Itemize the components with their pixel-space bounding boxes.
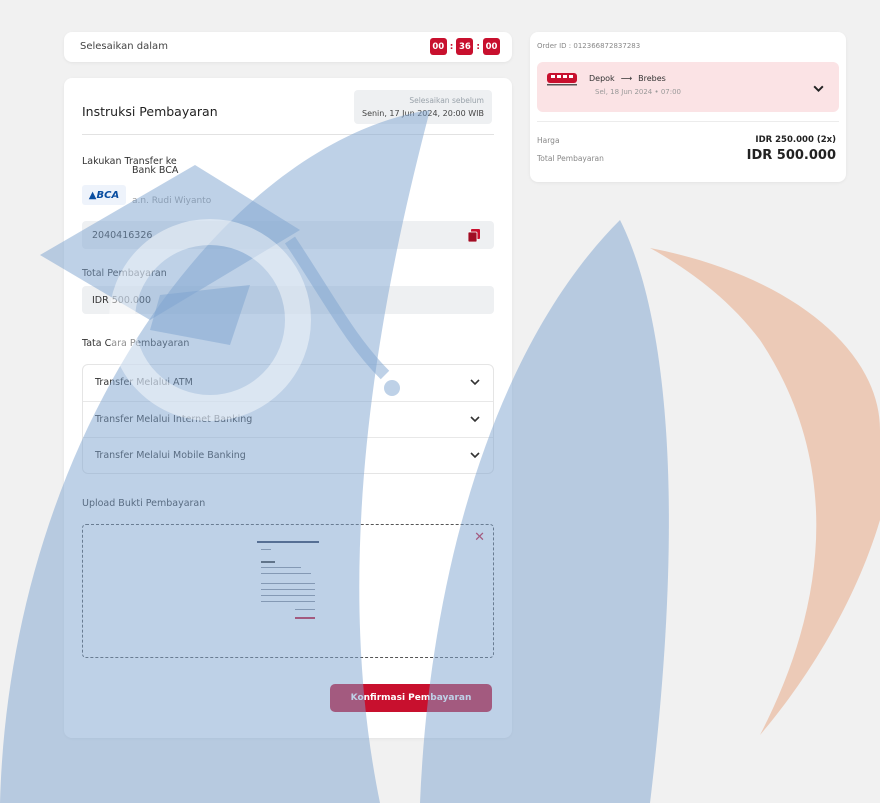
price-value: IDR 250.000 (2x) bbox=[755, 135, 836, 145]
countdown-label: Selesaikan dalam bbox=[80, 41, 168, 52]
timer-minutes: 36 bbox=[456, 38, 474, 55]
accordion-label: Transfer Melalui Internet Banking bbox=[95, 414, 253, 425]
account-number: 2040416326 bbox=[92, 230, 153, 241]
order-total-value: IDR 500.000 bbox=[746, 148, 836, 163]
order-total-label: Total Pembayaran bbox=[537, 154, 604, 163]
price-label: Harga bbox=[537, 136, 560, 145]
divider bbox=[537, 121, 839, 122]
payment-instructions-card: Instruksi Pembayaran Selesaikan sebelum … bbox=[64, 78, 512, 738]
accordion-label: Transfer Melalui Mobile Banking bbox=[95, 450, 246, 461]
chevron-down-icon bbox=[470, 416, 480, 423]
countdown-bar: Selesaikan dalam 00 : 36 : 00 bbox=[64, 32, 512, 62]
account-number-field: 2040416326 bbox=[82, 221, 494, 249]
timer-hours: 00 bbox=[429, 38, 447, 55]
accordion-label: Transfer Melalui ATM bbox=[95, 377, 193, 388]
accordion-item-atm[interactable]: Transfer Melalui ATM bbox=[83, 365, 493, 401]
divider bbox=[82, 134, 494, 135]
deadline-value: Senin, 17 Jun 2024, 20:00 WIB bbox=[361, 109, 484, 118]
receipt-thumbnail bbox=[255, 539, 321, 623]
trip-date: Sel, 18 Jun 2024 • 07:00 bbox=[595, 88, 682, 96]
upload-label: Upload Bukti Pembayaran bbox=[82, 498, 206, 509]
chevron-down-icon[interactable] bbox=[812, 82, 825, 95]
upload-dropzone[interactable]: ✕ bbox=[82, 524, 494, 658]
countdown-timer: 00 : 36 : 00 bbox=[429, 38, 500, 55]
trip-panel[interactable]: Depok ⟶ Brebes Sel, 18 Jun 2024 • 07:00 bbox=[537, 62, 839, 112]
origin-station: Depok bbox=[589, 74, 615, 83]
trip-route: Depok ⟶ Brebes bbox=[589, 74, 666, 83]
deadline-label: Selesaikan sebelum bbox=[409, 96, 484, 105]
accordion-item-internet-banking[interactable]: Transfer Melalui Internet Banking bbox=[83, 401, 493, 438]
chevron-down-icon bbox=[470, 452, 480, 459]
destination-station: Brebes bbox=[638, 74, 666, 83]
order-summary-card: Order ID : 012366872837283 Depok ⟶ Brebe… bbox=[530, 32, 846, 182]
total-label: Total Pembayaran bbox=[82, 268, 167, 279]
total-field: IDR 500.000 bbox=[82, 286, 494, 314]
page-title: Instruksi Pembayaran bbox=[82, 104, 218, 119]
timer-seconds: 00 bbox=[483, 38, 500, 55]
remove-file-icon[interactable]: ✕ bbox=[474, 530, 485, 545]
deadline-box: Selesaikan sebelum Senin, 17 Jun 2024, 2… bbox=[354, 90, 492, 124]
account-owner: a.n. Rudi Wiyanto bbox=[132, 196, 212, 206]
arrow-right-icon: ⟶ bbox=[620, 74, 633, 83]
copy-icon[interactable] bbox=[468, 229, 480, 242]
chevron-down-icon bbox=[470, 379, 480, 386]
train-icon bbox=[547, 73, 577, 86]
bank-logo-text: BCA bbox=[96, 189, 120, 201]
bank-name: Bank BCA bbox=[132, 165, 179, 176]
payment-methods-accordion: Transfer Melalui ATM Transfer Melalui In… bbox=[82, 364, 494, 474]
accordion-item-mobile-banking[interactable]: Transfer Melalui Mobile Banking bbox=[83, 437, 493, 474]
order-id: Order ID : 012366872837283 bbox=[537, 42, 641, 50]
bca-logo-icon: ▲ BCA bbox=[82, 185, 126, 205]
confirm-payment-button[interactable]: Konfirmasi Pembayaran bbox=[330, 684, 492, 712]
howto-label: Tata Cara Pembayaran bbox=[82, 338, 190, 349]
total-value: IDR 500.000 bbox=[92, 295, 152, 306]
